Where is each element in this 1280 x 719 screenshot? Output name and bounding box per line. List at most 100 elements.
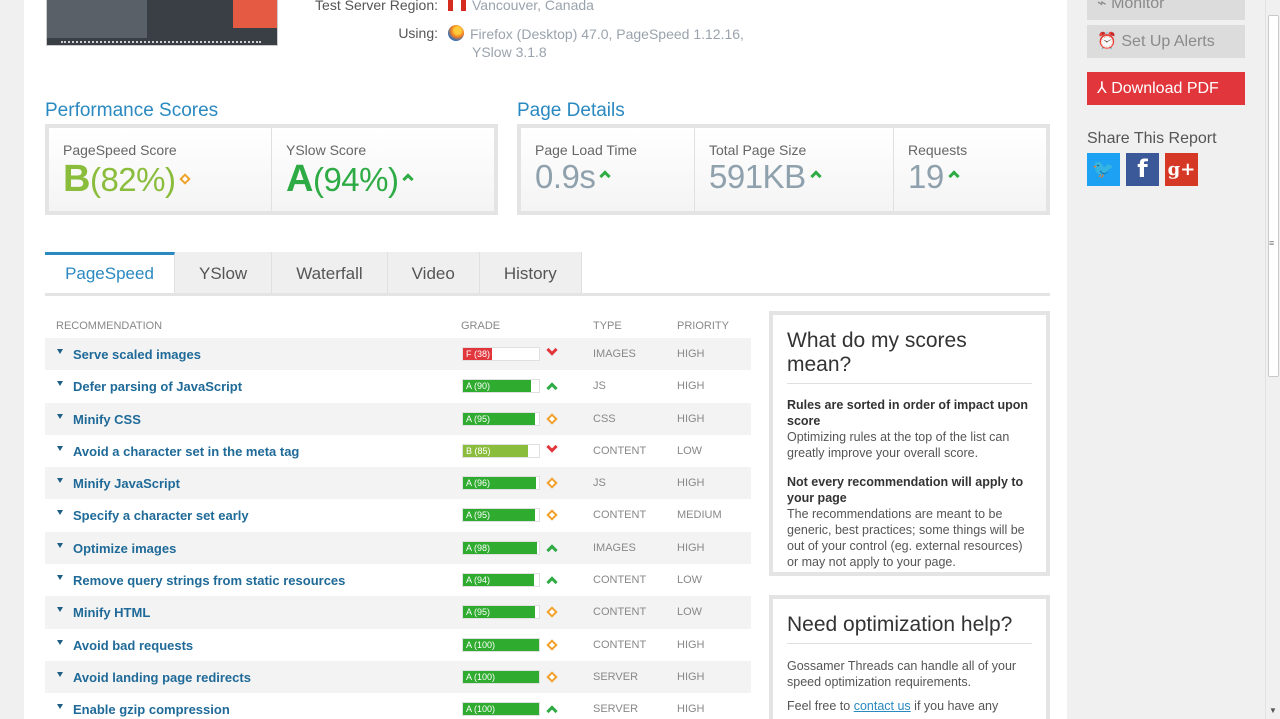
recommendation-name[interactable]: Serve scaled images xyxy=(73,347,201,362)
expand-caret-icon[interactable] xyxy=(57,575,63,581)
declined-arrow-icon xyxy=(546,441,558,453)
region-value: Vancouver, Canada xyxy=(472,0,594,13)
expand-caret-icon[interactable] xyxy=(57,607,63,613)
pagespeed-score-label: PageSpeed Score xyxy=(63,142,177,158)
contact-us-link[interactable]: contact us xyxy=(854,699,911,713)
expand-caret-icon[interactable] xyxy=(57,671,63,677)
recommendation-name[interactable]: Minify HTML xyxy=(73,605,150,620)
tab-yslow[interactable]: YSlow xyxy=(175,252,273,293)
table-row[interactable]: Minify CSS A (95) CSS HIGH xyxy=(45,402,751,435)
expand-caret-icon[interactable] xyxy=(57,542,63,548)
recommendation-type: CONTENT xyxy=(593,574,647,587)
grade-bar-fill: A (95) xyxy=(463,606,536,619)
tab-history[interactable]: History xyxy=(479,252,582,293)
recommendation-type: IMAGES xyxy=(593,348,636,360)
expand-caret-icon[interactable] xyxy=(57,349,63,354)
improved-arrow-icon xyxy=(546,382,558,394)
recommendation-name[interactable]: Minify JavaScript xyxy=(73,476,180,491)
table-row[interactable]: Enable gzip compression A (100) SERVER HIGH xyxy=(45,693,751,719)
recommendation-name[interactable]: Avoid bad requests xyxy=(73,638,193,653)
expand-caret-icon[interactable] xyxy=(57,478,63,484)
recommendation-priority: HIGH xyxy=(677,412,705,425)
recommendation-name[interactable]: Avoid a character set in the meta tag xyxy=(73,444,299,459)
scores-p1-bold: Rules are sorted in order of impact upon… xyxy=(787,398,1029,428)
optimization-help-title: Need optimization help? xyxy=(787,599,1032,644)
improved-arrow-icon xyxy=(546,705,558,717)
scrollbar-grip-icon: ≡ xyxy=(1269,238,1275,248)
yslow-percent: (94%) xyxy=(312,161,399,198)
table-row[interactable]: Minify JavaScript A (96) JS HIGH xyxy=(45,467,751,500)
table-row[interactable]: Defer parsing of JavaScript A (90) JS HIGH xyxy=(45,370,751,402)
tab-video[interactable]: Video xyxy=(387,252,480,293)
scores-p2-bold: Not every recommendation will apply to y… xyxy=(787,475,1024,505)
header-priority[interactable]: PRIORITY xyxy=(677,320,729,332)
google-plus-share-icon[interactable]: g+ xyxy=(1165,153,1198,186)
using-label: Using: xyxy=(398,25,438,41)
table-row[interactable]: Avoid a character set in the meta tag B (… xyxy=(45,435,751,467)
improved-arrow-icon xyxy=(546,576,558,588)
header-recommendation[interactable]: RECOMMENDATION xyxy=(56,320,162,332)
scores-p1-text: Optimizing rules at the top of the list … xyxy=(787,430,1010,460)
table-row[interactable]: Serve scaled images F (38) IMAGES HIGH xyxy=(45,338,751,371)
expand-caret-icon[interactable] xyxy=(57,510,63,516)
right-sidebar xyxy=(1067,0,1265,719)
recommendation-type: CONTENT xyxy=(593,638,647,651)
twitter-share-icon[interactable]: 🐦 xyxy=(1087,153,1120,186)
page-details-box: Page Load Time 0.9s Total Page Size 591K… xyxy=(517,124,1050,215)
expand-caret-icon[interactable] xyxy=(57,413,63,419)
alarm-clock-icon: ⏰ xyxy=(1097,33,1122,50)
download-pdf-button[interactable]: ⅄ Download PDF xyxy=(1087,72,1245,105)
vertical-scrollbar[interactable]: ≡ ▼ xyxy=(1265,0,1280,719)
recommendation-type: CONTENT xyxy=(593,606,647,619)
no-change-diamond-icon xyxy=(546,606,558,619)
header-grade[interactable]: GRADE xyxy=(461,320,500,332)
recommendation-type: JS xyxy=(593,380,606,393)
test-region-row: Test Server Region: Vancouver, Canada xyxy=(288,0,788,17)
grade-bar: A (95) xyxy=(462,411,540,426)
page-size-value: 591KB xyxy=(709,158,806,195)
set-up-alerts-button[interactable]: ⏰ Set Up Alerts xyxy=(1087,25,1245,58)
scroll-down-arrow-icon[interactable]: ▼ xyxy=(1269,706,1277,715)
grade-bar-fill: A (95) xyxy=(463,509,536,522)
grade-bar-fill: A (90) xyxy=(463,380,532,393)
facebook-share-icon[interactable]: f xyxy=(1126,153,1159,186)
table-row[interactable]: Avoid bad requests A (100) CONTENT HIGH xyxy=(45,629,751,661)
grade-bar: B (85) xyxy=(462,443,540,458)
recommendation-name[interactable]: Defer parsing of JavaScript xyxy=(73,379,242,394)
recommendation-name[interactable]: Avoid landing page redirects xyxy=(73,670,251,685)
improved-icon xyxy=(402,173,415,185)
requests-value: 19 xyxy=(908,158,944,195)
expand-caret-icon[interactable] xyxy=(57,381,63,387)
scores-explanation-box: What do my scores mean? Rules are sorted… xyxy=(769,311,1050,576)
recommendation-priority: HIGH xyxy=(677,541,705,554)
table-row[interactable]: Avoid landing page redirects A (100) SERVE… xyxy=(45,660,751,694)
header-type[interactable]: TYPE xyxy=(593,320,622,332)
no-change-diamond-icon xyxy=(546,509,558,522)
recommendation-name[interactable]: Optimize images xyxy=(73,541,176,556)
tab-pagespeed[interactable]: PageSpeed xyxy=(45,252,175,293)
table-row[interactable]: Optimize images A (98) IMAGES HIGH xyxy=(45,531,751,565)
share-report-title: Share This Report xyxy=(1087,130,1217,147)
page-size-cell: Total Page Size 591KB xyxy=(695,128,894,211)
expand-caret-icon[interactable] xyxy=(57,639,63,645)
table-row[interactable]: Specify a character set early A (95) CONTE… xyxy=(45,499,751,531)
load-time-value: 0.9s xyxy=(535,158,596,195)
recommendation-name[interactable]: Remove query strings from static resourc… xyxy=(73,573,345,588)
recommendation-priority: LOW xyxy=(677,574,703,587)
scrollbar-thumb[interactable] xyxy=(1268,15,1279,377)
recommendation-name[interactable]: Specify a character set early xyxy=(73,508,249,523)
grade-bar: F (38) xyxy=(462,347,540,361)
recommendation-priority: HIGH xyxy=(677,703,705,716)
page-size-label: Total Page Size xyxy=(709,142,807,158)
recommendation-name[interactable]: Minify CSS xyxy=(73,412,141,427)
table-row[interactable]: Remove query strings from static resourc… xyxy=(45,564,751,596)
expand-caret-icon[interactable] xyxy=(57,445,63,451)
recommendation-name[interactable]: Enable gzip compression xyxy=(73,702,230,717)
table-row[interactable]: Minify HTML A (95) CONTENT LOW xyxy=(45,596,751,629)
monitor-button[interactable]: ⌁ Monitor xyxy=(1087,0,1245,20)
tab-waterfall[interactable]: Waterfall xyxy=(272,252,388,293)
grade-bar: A (95) xyxy=(462,508,540,523)
page-screenshot-thumbnail[interactable] xyxy=(46,0,278,46)
performance-scores-box: PageSpeed Score B(82%) YSlow Score A(94%… xyxy=(45,124,498,215)
expand-caret-icon[interactable] xyxy=(57,704,63,710)
